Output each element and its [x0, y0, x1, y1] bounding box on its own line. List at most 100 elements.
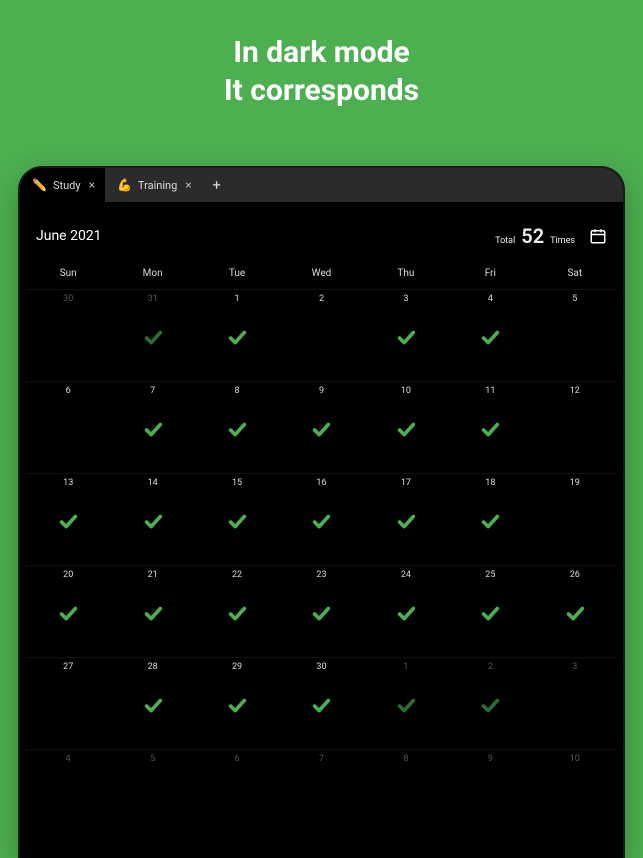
tab-emoji-icon: ✏️ — [32, 178, 47, 192]
day-number: 10 — [401, 386, 411, 396]
day-number: 2 — [488, 662, 493, 672]
check-icon — [57, 510, 79, 532]
calendar-day[interactable]: 30 — [26, 289, 110, 381]
calendar-day[interactable]: 29 — [195, 657, 279, 749]
calendar-day[interactable]: 6 — [26, 381, 110, 473]
calendar-day[interactable]: 23 — [279, 565, 363, 657]
day-number: 22 — [232, 570, 242, 580]
calendar-day[interactable]: 9 — [448, 749, 532, 841]
calendar-day[interactable]: 8 — [195, 381, 279, 473]
new-tab-button[interactable]: + — [202, 168, 232, 202]
calendar-day[interactable]: 10 — [364, 381, 448, 473]
weekday-label: Sat — [533, 262, 617, 289]
day-number: 11 — [485, 386, 495, 396]
calendar-day[interactable]: 8 — [364, 749, 448, 841]
calendar-day[interactable]: 12 — [533, 381, 617, 473]
day-number: 8 — [403, 754, 408, 764]
tab-emoji-icon: 💪 — [117, 178, 132, 192]
tab-bar: ✏️Study× 💪 Training × + — [20, 168, 623, 202]
calendar-day[interactable]: 19 — [533, 473, 617, 565]
total-stats: Total 52 Times — [495, 224, 607, 248]
day-number: 9 — [488, 754, 493, 764]
calendar-day[interactable]: 28 — [110, 657, 194, 749]
day-number: 1 — [403, 662, 408, 672]
calendar-day[interactable]: 25 — [448, 565, 532, 657]
weekday-row: SunMonTueWedThuFriSat — [20, 262, 623, 289]
calendar-day[interactable]: 26 — [533, 565, 617, 657]
calendar-day[interactable]: 2 — [279, 289, 363, 381]
day-number: 19 — [570, 478, 580, 488]
tab-label: Training — [138, 179, 177, 192]
weekday-label: Fri — [448, 262, 532, 289]
calendar-day[interactable]: 5 — [110, 749, 194, 841]
calendar-day[interactable]: 9 — [279, 381, 363, 473]
day-number: 8 — [235, 386, 240, 396]
close-icon[interactable]: × — [185, 178, 191, 192]
calendar-day[interactable]: 30 — [279, 657, 363, 749]
calendar-day[interactable]: 31 — [110, 289, 194, 381]
check-icon — [226, 694, 248, 716]
day-number: 7 — [150, 386, 155, 396]
calendar-icon[interactable] — [589, 227, 607, 245]
calendar-day[interactable]: 4 — [26, 749, 110, 841]
check-icon — [395, 418, 417, 440]
calendar-day[interactable]: 16 — [279, 473, 363, 565]
day-number: 14 — [148, 478, 158, 488]
day-number: 6 — [66, 386, 71, 396]
calendar-day[interactable]: 2 — [448, 657, 532, 749]
calendar-day[interactable]: 20 — [26, 565, 110, 657]
close-icon[interactable]: × — [89, 178, 95, 192]
calendar-day[interactable]: 27 — [26, 657, 110, 749]
calendar-day[interactable]: 1 — [364, 657, 448, 749]
calendar-day[interactable]: 4 — [448, 289, 532, 381]
calendar-header: June 2021 Total 52 Times — [20, 202, 623, 262]
calendar-grid: 3031123456789101112131415161718192021222… — [20, 289, 623, 841]
check-icon — [226, 510, 248, 532]
day-number: 7 — [319, 754, 324, 764]
day-number: 4 — [66, 754, 71, 764]
weekday-label: Sun — [26, 262, 110, 289]
tab-training[interactable]: 💪 Training × — [105, 168, 202, 202]
day-number: 20 — [63, 570, 73, 580]
day-number: 3 — [403, 294, 408, 304]
calendar-day[interactable]: 15 — [195, 473, 279, 565]
calendar-day[interactable]: 22 — [195, 565, 279, 657]
check-icon — [310, 694, 332, 716]
calendar-day[interactable]: 17 — [364, 473, 448, 565]
calendar-day[interactable]: 24 — [364, 565, 448, 657]
calendar-day[interactable]: 14 — [110, 473, 194, 565]
calendar-day[interactable]: 13 — [26, 473, 110, 565]
weekday-label: Wed — [279, 262, 363, 289]
check-icon — [310, 418, 332, 440]
calendar-day[interactable]: 5 — [533, 289, 617, 381]
check-icon — [142, 694, 164, 716]
total-value: 52 — [521, 224, 544, 248]
check-icon — [564, 602, 586, 624]
day-number: 5 — [150, 754, 155, 764]
calendar-day[interactable]: 18 — [448, 473, 532, 565]
check-icon — [57, 602, 79, 624]
calendar-day[interactable]: 7 — [110, 381, 194, 473]
check-icon — [395, 694, 417, 716]
promo-line1: In dark mode — [0, 34, 643, 72]
calendar-day[interactable]: 1 — [195, 289, 279, 381]
day-number: 4 — [488, 294, 493, 304]
check-icon — [310, 602, 332, 624]
calendar-day[interactable]: 3 — [533, 657, 617, 749]
calendar-day[interactable]: 3 — [364, 289, 448, 381]
calendar-day[interactable]: 21 — [110, 565, 194, 657]
day-number: 23 — [316, 570, 326, 580]
check-icon — [142, 418, 164, 440]
total-label: Total — [495, 236, 515, 246]
check-icon — [479, 694, 501, 716]
day-number: 18 — [485, 478, 495, 488]
tab-study[interactable]: ✏️Study× — [20, 168, 105, 202]
plus-icon: + — [212, 176, 221, 194]
calendar-day[interactable]: 7 — [279, 749, 363, 841]
check-icon — [226, 602, 248, 624]
calendar-day[interactable]: 11 — [448, 381, 532, 473]
day-number: 6 — [235, 754, 240, 764]
calendar-day[interactable]: 10 — [533, 749, 617, 841]
calendar-day[interactable]: 6 — [195, 749, 279, 841]
check-icon — [142, 602, 164, 624]
